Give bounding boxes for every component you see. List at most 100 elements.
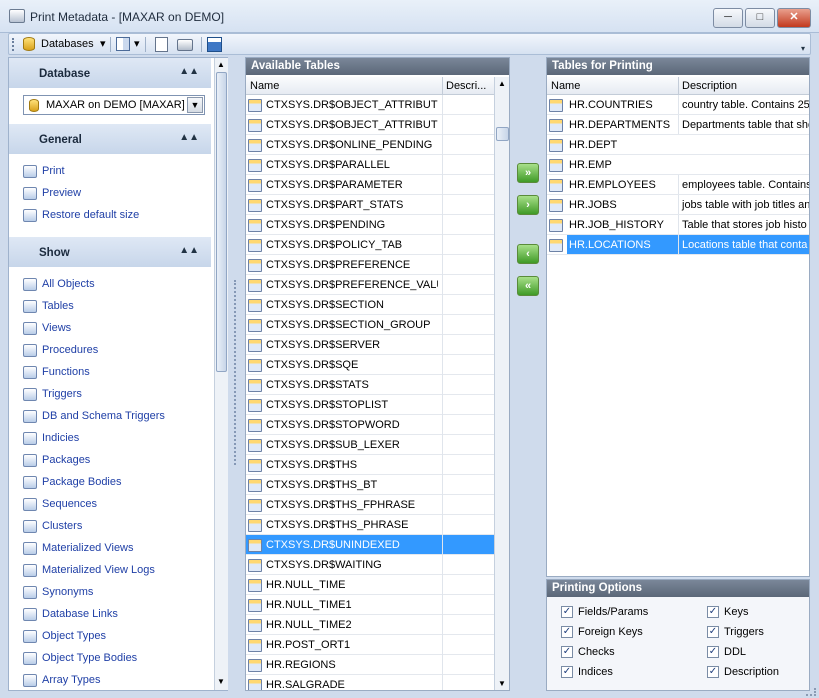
scroll-up-icon[interactable]: ▲: [217, 60, 225, 69]
available-table-row[interactable]: CTXSYS.DR$PENDING: [246, 215, 494, 235]
printing-table-row[interactable]: HR.COUNTRIES country table. Contains 25: [547, 95, 809, 115]
option-checkbox[interactable]: ✓ Foreign Keys: [561, 624, 661, 640]
available-table-row[interactable]: CTXSYS.DR$SECTION: [246, 295, 494, 315]
option-checkbox[interactable]: ✓ Indices: [561, 664, 661, 680]
grid-view-dropdown-icon[interactable]: ▾: [134, 37, 140, 52]
preview-icon[interactable]: [155, 37, 168, 52]
show-item[interactable]: Indicies: [23, 429, 213, 447]
show-item[interactable]: Object Types: [23, 627, 213, 645]
checkbox-check-icon[interactable]: ✓: [561, 666, 573, 679]
checkbox-check-icon[interactable]: ✓: [561, 646, 573, 659]
grid-view-icon[interactable]: [116, 37, 130, 51]
printing-table-row[interactable]: HR.DEPT: [547, 135, 809, 155]
checkbox-check-icon[interactable]: ✓: [561, 606, 573, 619]
restore-size-icon[interactable]: [207, 37, 222, 52]
available-table-row[interactable]: CTXSYS.DR$WAITING: [246, 555, 494, 575]
option-checkbox[interactable]: ✓ DDL: [707, 644, 807, 660]
show-item[interactable]: Sequences: [23, 495, 213, 513]
printing-table-row[interactable]: HR.EMPLOYEES employees table. Contains: [547, 175, 809, 195]
toolbar-overflow-icon[interactable]: ▾: [801, 38, 810, 53]
available-table-row[interactable]: CTXSYS.DR$THS_BT: [246, 475, 494, 495]
option-checkbox[interactable]: ✓ Triggers: [707, 624, 807, 640]
printing-table-row[interactable]: HR.JOB_HISTORY Table that stores job hist…: [547, 215, 809, 235]
databases-button[interactable]: Databases: [41, 37, 94, 52]
databases-dropdown-icon[interactable]: ▾: [100, 37, 106, 52]
show-item[interactable]: Database Links: [23, 605, 213, 623]
show-item[interactable]: Tables: [23, 297, 213, 315]
show-item[interactable]: Procedures: [23, 341, 213, 359]
available-table-row[interactable]: CTXSYS.DR$PARAMETER: [246, 175, 494, 195]
show-item[interactable]: DB and Schema Triggers: [23, 407, 213, 425]
available-table-row[interactable]: CTXSYS.DR$THS: [246, 455, 494, 475]
show-item[interactable]: Views: [23, 319, 213, 337]
available-table-row[interactable]: HR.REGIONS: [246, 655, 494, 675]
name-column-header[interactable]: Name: [551, 77, 580, 95]
printing-table-row[interactable]: HR.JOBS jobs table with job titles an: [547, 195, 809, 215]
available-table-row[interactable]: HR.SALGRADE: [246, 675, 494, 690]
show-item[interactable]: Object Type Bodies: [23, 649, 213, 667]
option-checkbox[interactable]: ✓ Checks: [561, 644, 661, 660]
checkbox-check-icon[interactable]: ✓: [707, 606, 719, 619]
available-table-row[interactable]: CTXSYS.DR$STATS: [246, 375, 494, 395]
printing-table-row[interactable]: HR.EMP: [547, 155, 809, 175]
show-item[interactable]: Functions: [23, 363, 213, 381]
available-table-row[interactable]: CTXSYS.DR$SQE: [246, 355, 494, 375]
available-table-row[interactable]: HR.NULL_TIME1: [246, 595, 494, 615]
available-table-row[interactable]: HR.POST_ORT1: [246, 635, 494, 655]
available-scrollbar[interactable]: ▲ ▼: [494, 77, 509, 690]
available-table-row[interactable]: CTXSYS.DR$PARALLEL: [246, 155, 494, 175]
minimize-button[interactable]: ─: [713, 8, 743, 28]
show-item[interactable]: Clusters: [23, 517, 213, 535]
available-table-row[interactable]: CTXSYS.DR$PREFERENCE_VALU: [246, 275, 494, 295]
available-table-row[interactable]: CTXSYS.DR$SUB_LEXER: [246, 435, 494, 455]
scrollbar-thumb[interactable]: [216, 72, 227, 372]
left-scrollbar[interactable]: ▲ ▼: [214, 58, 228, 690]
checkbox-check-icon[interactable]: ✓: [561, 626, 573, 639]
available-table-row[interactable]: CTXSYS.DR$PART_STATS: [246, 195, 494, 215]
available-table-row[interactable]: CTXSYS.DR$THS_PHRASE: [246, 515, 494, 535]
add-all-button[interactable]: »: [517, 163, 539, 183]
available-table-row[interactable]: CTXSYS.DR$THS_FPHRASE: [246, 495, 494, 515]
option-checkbox[interactable]: ✓ Fields/Params: [561, 604, 661, 620]
print-icon[interactable]: [177, 39, 193, 51]
checkbox-check-icon[interactable]: ✓: [707, 646, 719, 659]
show-item[interactable]: Synonyms: [23, 583, 213, 601]
available-table-row[interactable]: HR.NULL_TIME2: [246, 615, 494, 635]
show-item[interactable]: Triggers: [23, 385, 213, 403]
available-table-row[interactable]: CTXSYS.DR$STOPWORD: [246, 415, 494, 435]
available-table-row[interactable]: CTXSYS.DR$OBJECT_ATTRIBUT: [246, 95, 494, 115]
show-item[interactable]: Materialized Views: [23, 539, 213, 557]
resize-grip-icon[interactable]: [806, 688, 816, 696]
remove-button[interactable]: ‹: [517, 244, 539, 264]
remove-all-button[interactable]: «: [517, 276, 539, 296]
show-item[interactable]: Array Types: [23, 671, 213, 689]
scroll-down-icon[interactable]: ▼: [217, 677, 225, 686]
checkbox-check-icon[interactable]: ✓: [707, 626, 719, 639]
panel-splitter[interactable]: [234, 280, 238, 465]
available-table-row[interactable]: CTXSYS.DR$POLICY_TAB: [246, 235, 494, 255]
available-table-row[interactable]: CTXSYS.DR$STOPLIST: [246, 395, 494, 415]
available-table-row[interactable]: CTXSYS.DR$SERVER: [246, 335, 494, 355]
checkbox-check-icon[interactable]: ✓: [707, 666, 719, 679]
scroll-down-icon[interactable]: ▼: [498, 679, 506, 688]
option-checkbox[interactable]: ✓ Description: [707, 664, 807, 680]
description-column-header[interactable]: Descri...: [446, 77, 486, 95]
available-table-row[interactable]: CTXSYS.DR$OBJECT_ATTRIBUT: [246, 115, 494, 135]
printing-table-row[interactable]: HR.LOCATIONS Locations table that conta: [547, 235, 809, 255]
name-column-header[interactable]: Name: [250, 77, 279, 95]
description-column-header[interactable]: Description: [682, 77, 737, 95]
printing-table-row[interactable]: HR.DEPARTMENTS Departments table that sho: [547, 115, 809, 135]
show-item[interactable]: Materialized View Logs: [23, 561, 213, 579]
scroll-up-icon[interactable]: ▲: [498, 79, 506, 88]
add-button[interactable]: ›: [517, 195, 539, 215]
close-button[interactable]: ✕: [777, 8, 811, 28]
available-table-row[interactable]: CTXSYS.DR$SECTION_GROUP: [246, 315, 494, 335]
scrollbar-thumb[interactable]: [496, 127, 509, 141]
maximize-button[interactable]: □: [745, 8, 775, 28]
show-item[interactable]: All Objects: [23, 275, 213, 293]
option-checkbox[interactable]: ✓ Keys: [707, 604, 807, 620]
available-table-row[interactable]: CTXSYS.DR$PREFERENCE: [246, 255, 494, 275]
available-table-row[interactable]: HR.NULL_TIME: [246, 575, 494, 595]
show-item[interactable]: Package Bodies: [23, 473, 213, 491]
available-table-row[interactable]: CTXSYS.DR$UNINDEXED: [246, 535, 494, 555]
